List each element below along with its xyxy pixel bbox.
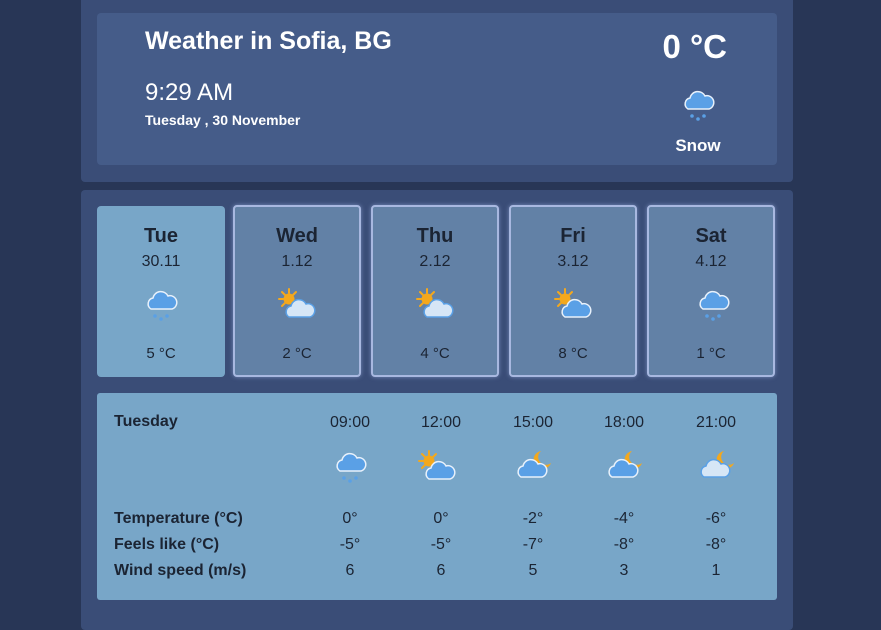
current-time: 9:29 AM [145,79,234,106]
snow-icon [332,449,368,485]
day-card-wed[interactable]: Wed 1.12 2 °C [233,205,361,377]
hour-time: 21:00 [695,414,737,431]
partly-sunny-icon [275,287,316,323]
hour-temperature: -4° [613,510,635,527]
current-date: Tuesday , 30 November [145,112,301,128]
day-card-tue[interactable]: Tue 30.11 5 °C [97,206,225,377]
hour-feels-like: -5° [430,536,452,553]
snow-icon [143,287,179,323]
day-temperature: 2 °C [282,345,312,362]
day-name: Fri [560,225,586,247]
hour-wind-speed: 6 [436,562,446,579]
day-name: Sat [695,225,727,247]
hourly-day-title: Tuesday [114,413,178,430]
day-card-fri[interactable]: Fri 3.12 8 °C [509,205,637,377]
day-date: 2.12 [419,253,451,270]
partly-sunny-icon [415,449,461,485]
hour-feels-like: -8° [613,536,635,553]
hour-temperature: 0° [433,510,449,527]
day-date: 30.11 [141,253,181,270]
hourly-forecast: Tuesday 09:00 12:00 15:00 18:00 21:00 Te… [97,393,777,600]
day-date: 4.12 [695,253,727,270]
night-cloudy-icon [515,447,551,483]
snow-icon [695,287,731,323]
day-name: Tue [143,225,179,247]
feels-like-label: Feels like (°C) [114,536,220,553]
hour-time: 09:00 [329,414,371,431]
hour-feels-like: -8° [705,536,727,553]
hour-wind-speed: 5 [528,562,538,579]
day-date: 3.12 [557,253,589,270]
day-card-thu[interactable]: Thu 2.12 4 °C [371,205,499,377]
day-temperature: 5 °C [146,345,176,362]
day-card-sat[interactable]: Sat 4.12 1 °C [647,205,775,377]
temperature-label: Temperature (°C) [114,510,243,527]
location-title: Weather in Sofia, BG [145,27,392,55]
snow-icon [680,87,716,123]
partly-sunny-icon [413,287,454,323]
hour-time: 15:00 [512,414,554,431]
hour-temperature: 0° [342,510,358,527]
day-temperature: 1 °C [696,345,726,362]
hour-wind-speed: 1 [711,562,721,579]
hour-feels-like: -5° [339,536,361,553]
night-cloudy-icon [606,447,642,483]
night-partly-cloudy-icon [698,447,734,483]
hour-feels-like: -7° [522,536,544,553]
day-name: Thu [416,225,454,247]
day-temperature: 4 °C [420,345,450,362]
hour-wind-speed: 3 [619,562,629,579]
hour-temperature: -2° [522,510,544,527]
partly-sunny-icon [551,287,592,323]
current-condition: Snow [675,136,721,155]
hour-time: 12:00 [420,414,462,431]
current-weather-card: Weather in Sofia, BG 9:29 AM Tuesday , 3… [97,13,777,165]
current-temperature: 0 °C [662,28,727,65]
day-date: 1.12 [281,253,313,270]
day-temperature: 8 °C [558,345,588,362]
hour-temperature: -6° [705,510,727,527]
wind-speed-label: Wind speed (m/s) [114,562,247,579]
day-name: Wed [276,225,318,247]
hour-wind-speed: 6 [345,562,355,579]
hour-time: 18:00 [603,414,645,431]
